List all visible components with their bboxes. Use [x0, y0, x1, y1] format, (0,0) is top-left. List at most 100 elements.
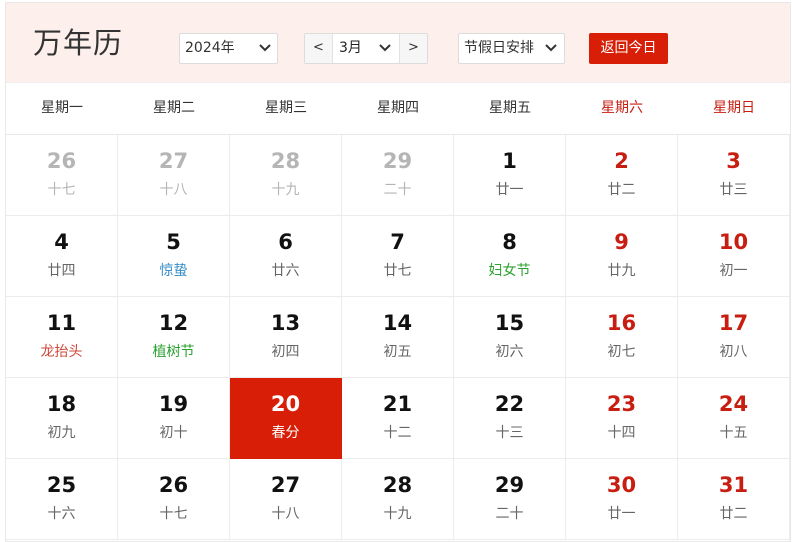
day-number: 13 [270, 311, 301, 335]
weekday-label: 星期三 [265, 100, 307, 116]
lunar-date: 十八 [271, 506, 300, 522]
day-number: 2 [614, 149, 629, 173]
day-number: 5 [166, 230, 181, 254]
day-cell[interactable]: 19 初十 [118, 378, 230, 459]
day-number: 16 [606, 311, 637, 335]
day-number: 25 [46, 473, 77, 497]
day-cell[interactable]: 29 二十 [342, 135, 454, 216]
lunar-date: 十五 [719, 425, 748, 441]
day-cell[interactable]: 3 廿三 [678, 135, 790, 216]
day-cell[interactable]: 30 廿一 [566, 459, 678, 540]
day-cell[interactable]: 16 初七 [566, 297, 678, 378]
lunar-date: 廿四 [47, 263, 76, 279]
lunar-date: 十七 [47, 182, 76, 198]
day-cell[interactable]: 13 初四 [230, 297, 342, 378]
lunar-date: 廿二 [719, 506, 748, 522]
day-cell[interactable]: 10 初一 [678, 216, 790, 297]
day-cell[interactable]: 31 廿二 [678, 459, 790, 540]
day-cell[interactable]: 14 初五 [342, 297, 454, 378]
day-cell-today[interactable]: 20 春分 [230, 378, 342, 459]
day-cell[interactable]: 12 植树节 [118, 297, 230, 378]
lunar-date: 廿七 [383, 263, 412, 279]
day-cell[interactable]: 1 廿一 [454, 135, 566, 216]
day-cell[interactable]: 23 十四 [566, 378, 678, 459]
day-number: 27 [158, 149, 189, 173]
day-number: 18 [46, 392, 77, 416]
lunar-date: 十九 [383, 506, 412, 522]
holiday-select[interactable]: 节假日安排 [458, 33, 565, 64]
prev-month-button[interactable]: < [305, 34, 333, 63]
day-cell[interactable]: 2 廿二 [566, 135, 678, 216]
lunar-date: 龙抬头 [40, 344, 83, 360]
day-number: 26 [158, 473, 189, 497]
day-cell[interactable]: 18 初九 [6, 378, 118, 459]
day-number: 3 [726, 149, 741, 173]
day-cell[interactable]: 9 廿九 [566, 216, 678, 297]
day-cell[interactable]: 27 十八 [118, 135, 230, 216]
day-number: 19 [158, 392, 189, 416]
lunar-date: 十三 [495, 425, 524, 441]
lunar-date: 初四 [271, 344, 300, 360]
day-cell[interactable]: 27 十八 [230, 459, 342, 540]
weekday-label: 星期日 [713, 100, 755, 116]
day-cell[interactable]: 24 十五 [678, 378, 790, 459]
day-cell[interactable]: 8 妇女节 [454, 216, 566, 297]
day-cell[interactable]: 28 十九 [342, 459, 454, 540]
day-cell[interactable]: 29 二十 [454, 459, 566, 540]
chevron-down-icon [379, 43, 391, 53]
day-cell[interactable]: 7 廿七 [342, 216, 454, 297]
day-number: 17 [718, 311, 749, 335]
day-number: 6 [278, 230, 293, 254]
day-cell[interactable]: 26 十七 [118, 459, 230, 540]
weekday-label: 星期二 [153, 100, 195, 116]
day-cell[interactable]: 25 十六 [6, 459, 118, 540]
day-number: 29 [382, 149, 413, 173]
month-select[interactable]: 3月 [333, 34, 399, 63]
day-cell[interactable]: 4 廿四 [6, 216, 118, 297]
next-month-button[interactable]: > [399, 34, 427, 63]
day-number: 4 [54, 230, 69, 254]
day-cell[interactable]: 11 龙抬头 [6, 297, 118, 378]
back-to-today-button[interactable]: 返回今日 [589, 33, 668, 64]
lunar-date: 十八 [159, 182, 188, 198]
day-number: 28 [382, 473, 413, 497]
holiday-select-value: 节假日安排 [464, 40, 534, 56]
day-cell[interactable]: 21 十二 [342, 378, 454, 459]
day-number: 8 [502, 230, 517, 254]
lunar-date: 十二 [383, 425, 412, 441]
lunar-date: 十九 [271, 182, 300, 198]
lunar-date: 惊蛰 [159, 263, 188, 279]
day-cell[interactable]: 22 十三 [454, 378, 566, 459]
day-number: 29 [494, 473, 525, 497]
day-number: 20 [270, 392, 301, 416]
lunar-date: 二十 [383, 182, 412, 198]
day-cell[interactable]: 26 十七 [6, 135, 118, 216]
lunar-date: 廿二 [607, 182, 636, 198]
day-number: 1 [502, 149, 517, 173]
day-cell[interactable]: 6 廿六 [230, 216, 342, 297]
day-number: 28 [270, 149, 301, 173]
weekday-header: 星期一 星期二 星期三 星期四 星期五 星期六 星期日 [6, 84, 790, 135]
perpetual-calendar: 万年历 2024年 < 3月 > 节假日安排 返回今日 星期一 星期二星期三 星… [5, 2, 791, 542]
lunar-date: 初九 [47, 425, 76, 441]
day-number: 22 [494, 392, 525, 416]
day-cell[interactable]: 28 十九 [230, 135, 342, 216]
day-number: 10 [718, 230, 749, 254]
day-number: 11 [46, 311, 77, 335]
day-number: 30 [606, 473, 637, 497]
lunar-date: 初五 [383, 344, 412, 360]
day-cell[interactable]: 5 惊蛰 [118, 216, 230, 297]
lunar-date: 初六 [495, 344, 524, 360]
chevron-down-icon [259, 43, 271, 53]
day-cell[interactable]: 15 初六 [454, 297, 566, 378]
lunar-date: 十六 [47, 506, 76, 522]
lunar-date: 春分 [271, 425, 300, 441]
month-navigator: < 3月 > [304, 33, 428, 64]
month-select-value: 3月 [339, 40, 362, 56]
weekday-label: 星期一 [41, 100, 83, 116]
weekday-label: 星期五 [489, 100, 531, 116]
day-cell[interactable]: 17 初八 [678, 297, 790, 378]
year-select[interactable]: 2024年 [179, 33, 278, 64]
lunar-date: 廿九 [607, 263, 636, 279]
lunar-date: 廿六 [271, 263, 300, 279]
